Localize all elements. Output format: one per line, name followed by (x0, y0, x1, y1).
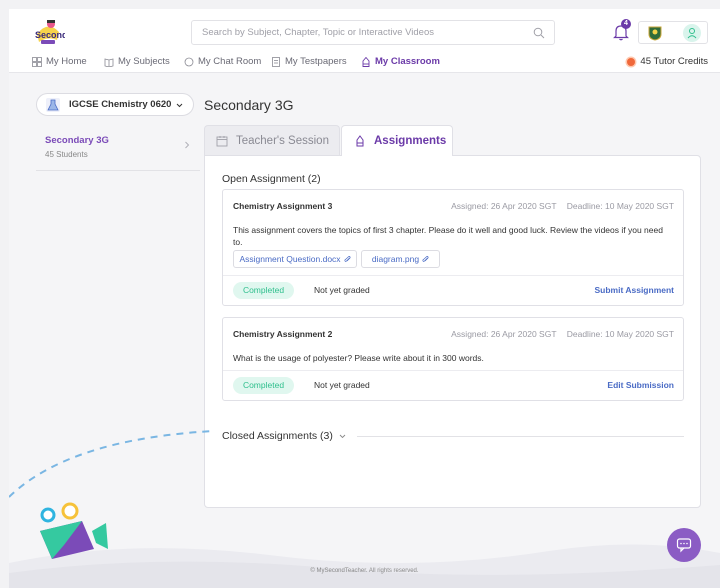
assignment-footer: Completed Not yet graded Edit Submission (223, 370, 683, 400)
coin-icon (627, 57, 636, 66)
divider (357, 436, 684, 437)
paperclip-icon (422, 255, 429, 262)
grade-status: Not yet graded (314, 285, 370, 295)
nav-my-home[interactable]: My Home (32, 56, 87, 67)
search-bar[interactable] (191, 20, 555, 45)
assigned-date: Assigned: 26 Apr 2020 SGT (451, 329, 557, 339)
classroom-icon (362, 56, 370, 67)
my-second-teacher-logo[interactable]: Second (31, 16, 65, 46)
nav-label: My Classroom (375, 56, 440, 67)
assignment-description: This assignment covers the topics of fir… (233, 225, 663, 247)
main-nav: My Home My Subjects My Chat Room My Test… (9, 53, 720, 73)
open-assignments-heading: Open Assignment (2) (222, 173, 321, 185)
chevron-right-icon (185, 141, 190, 149)
avatar[interactable] (683, 24, 701, 42)
class-student-count: 45 Students (45, 150, 88, 159)
deadline-date: Deadline: 10 May 2020 SGT (566, 201, 674, 211)
nav-label: My Chat Room (198, 56, 262, 67)
attachment-link[interactable]: Assignment Question.docx (233, 250, 357, 268)
nav-my-classroom[interactable]: My Classroom (361, 56, 440, 67)
nav-my-chat-room[interactable]: My Chat Room (184, 56, 261, 67)
grade-status: Not yet graded (314, 380, 370, 390)
nav-label: My Testpapers (285, 56, 347, 67)
profile-menu[interactable] (638, 21, 708, 44)
submit-assignment-button[interactable]: Submit Assignment (595, 285, 675, 295)
calendar-icon (216, 136, 228, 147)
tab-teachers-session[interactable]: Teacher's Session (204, 125, 340, 156)
nav-label: My Home (46, 56, 87, 67)
video-camera-icon (40, 502, 108, 559)
assignment-title: Chemistry Assignment 3 (233, 201, 333, 211)
course-select[interactable]: IGCSE Chemistry 0620 (36, 93, 194, 116)
chevron-down-icon (176, 103, 183, 108)
sidebar-item-secondary-3g[interactable]: Secondary 3G 45 Students (36, 126, 200, 171)
chat-bubble-icon (676, 538, 692, 553)
book-icon (104, 57, 114, 67)
notification-badge: 4 (621, 19, 631, 29)
chat-support-button[interactable] (667, 528, 701, 562)
nav-label: My Subjects (118, 56, 170, 67)
closed-assignments-toggle[interactable]: Closed Assignments (3) (222, 430, 346, 442)
home-icon (32, 56, 42, 67)
assignment-title: Chemistry Assignment 2 (233, 329, 333, 339)
school-crest-icon (648, 26, 662, 41)
tab-label: Teacher's Session (236, 135, 329, 147)
assignment-card: Chemistry Assignment 3 Assigned: 26 Apr … (222, 189, 684, 306)
assignment-footer: Completed Not yet graded Submit Assignme… (223, 275, 683, 305)
chevron-down-icon (339, 434, 346, 438)
copyright-text: © MySecondTeacher. All rights reserved. (310, 568, 419, 574)
attachment-link[interactable]: diagram.png (361, 250, 440, 268)
assigned-date: Assigned: 26 Apr 2020 SGT (451, 201, 557, 211)
closed-assignments-label: Closed Assignments (3) (222, 430, 333, 442)
footer-wave (9, 544, 720, 588)
tab-assignments[interactable]: Assignments (341, 125, 453, 156)
tutor-credits[interactable]: 45 Tutor Credits (627, 56, 708, 67)
assignment-card: Chemistry Assignment 2 Assigned: 26 Apr … (222, 317, 684, 401)
assignment-dates: Assigned: 26 Apr 2020 SGT Deadline: 10 M… (443, 329, 674, 339)
user-icon (687, 28, 697, 39)
assignment-dates: Assigned: 26 Apr 2020 SGT Deadline: 10 M… (443, 201, 674, 211)
deadline-date: Deadline: 10 May 2020 SGT (566, 329, 674, 339)
svg-text:Second: Second (35, 30, 65, 40)
page: Second 4 (9, 9, 720, 588)
paperclip-icon (344, 255, 351, 262)
edit-submission-button[interactable]: Edit Submission (607, 380, 674, 390)
decorative-dashed-curve (9, 430, 215, 498)
attachment-name: Assignment Question.docx (239, 254, 341, 264)
status-badge: Completed (233, 377, 294, 394)
assignment-icon (356, 135, 364, 147)
assignment-description: What is the usage of polyester? Please w… (233, 353, 484, 363)
course-name: IGCSE Chemistry 0620 (69, 99, 172, 110)
assignments-panel: Open Assignment (2) Chemistry Assignment… (204, 155, 701, 508)
attachment-name: diagram.png (371, 254, 420, 264)
nav-my-testpapers[interactable]: My Testpapers (271, 56, 347, 67)
chat-icon (184, 57, 194, 66)
credits-label: 45 Tutor Credits (640, 56, 708, 67)
class-name: Secondary 3G (45, 135, 109, 146)
testpaper-icon (272, 56, 280, 67)
status-badge: Completed (233, 282, 294, 299)
top-header: Second 4 (9, 9, 720, 73)
search-icon[interactable] (533, 27, 545, 39)
chemistry-course-icon (46, 97, 60, 112)
nav-my-subjects[interactable]: My Subjects (104, 56, 170, 67)
tab-label: Assignments (374, 135, 447, 147)
page-title: Secondary 3G (204, 97, 294, 113)
search-input[interactable] (202, 21, 522, 44)
